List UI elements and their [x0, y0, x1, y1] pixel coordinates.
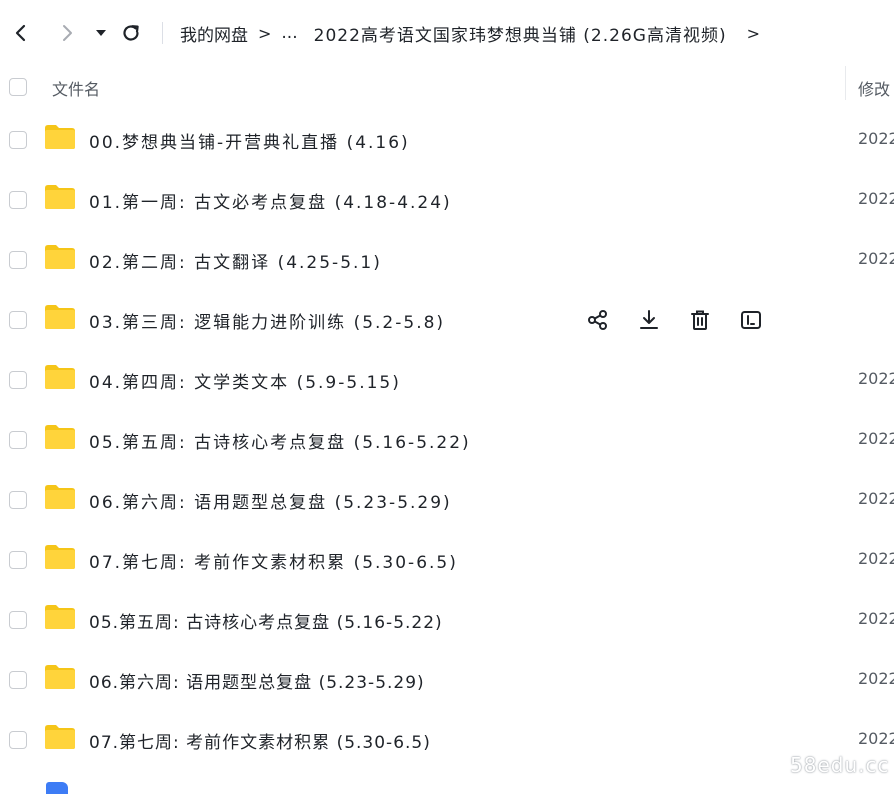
- folder-icon-wrap: [44, 364, 76, 390]
- toolbar: 我的网盘 > ... 2022高考语文国家玮梦想典当铺 (2.26G高清视频) …: [0, 0, 894, 66]
- download-icon: [640, 310, 658, 329]
- caret-down-icon: [96, 30, 106, 36]
- file-name[interactable]: 04.第四周: 文学类文本 (5.9-5.15): [89, 368, 401, 393]
- modified-date: 2022: [858, 669, 894, 688]
- row-checkbox[interactable]: [9, 191, 27, 209]
- folder-icon: [45, 485, 75, 509]
- breadcrumb-current: 2022高考语文国家玮梦想典当铺 (2.26G高清视频): [313, 25, 727, 46]
- modified-date: 2022: [858, 249, 894, 268]
- delete-button[interactable]: [686, 306, 714, 334]
- chevron-right-icon: [63, 25, 72, 41]
- row-checkbox[interactable]: [9, 131, 27, 149]
- row-checkbox[interactable]: [9, 251, 27, 269]
- column-header-modified[interactable]: 修改: [858, 76, 890, 100]
- folder-icon-wrap: [44, 304, 76, 330]
- select-all-checkbox[interactable]: [9, 78, 27, 96]
- folder-icon: [45, 305, 75, 329]
- file-row[interactable]: 07.第七周: 考前作文素材积累 (5.30-6.5) 2022: [0, 710, 894, 770]
- row-checkbox[interactable]: [9, 551, 27, 569]
- modified-date: 2022: [858, 429, 894, 448]
- file-row[interactable]: 04.第四周: 文学类文本 (5.9-5.15) 2022: [0, 350, 894, 410]
- folder-icon: [45, 725, 75, 749]
- delete-icon: [691, 310, 709, 330]
- toolbar-divider: [162, 22, 163, 44]
- row-checkbox[interactable]: [9, 371, 27, 389]
- history-dropdown-button[interactable]: [88, 20, 114, 46]
- folder-icon-wrap: [44, 544, 76, 570]
- column-divider[interactable]: [845, 66, 846, 100]
- row-checkbox[interactable]: [9, 611, 27, 629]
- list-header: 文件名 修改: [0, 66, 894, 108]
- folder-icon: [45, 125, 75, 149]
- file-row[interactable]: 05.第五周: 古诗核心考点复盘 (5.16-5.22) 2022: [0, 410, 894, 470]
- row-checkbox[interactable]: [9, 671, 27, 689]
- file-row[interactable]: 02.第二周: 古文翻译 (4.25-5.1) 2022: [0, 230, 894, 290]
- file-name[interactable]: 02.第二周: 古文翻译 (4.25-5.1): [89, 248, 382, 273]
- file-name[interactable]: 01.第一周: 古文必考点复盘 (4.18-4.24): [89, 188, 452, 213]
- folder-icon: [45, 245, 75, 269]
- file-row[interactable]: 07.第七周: 考前作文素材积累 (5.30-6.5) 2022: [0, 530, 894, 590]
- forward-button[interactable]: [54, 20, 80, 46]
- modified-date: 2022: [858, 549, 894, 568]
- file-name[interactable]: 05.第五周: 古诗核心考点复盘 (5.16-5.22): [89, 608, 443, 633]
- folder-icon-wrap: [44, 664, 76, 690]
- row-checkbox[interactable]: [9, 731, 27, 749]
- folder-icon-wrap: [44, 424, 76, 450]
- file-row[interactable]: 06.第六周: 语用题型总复盘 (5.23-5.29) 2022: [0, 470, 894, 530]
- file-name[interactable]: 00.梦想典当铺-开营典礼直播 (4.16): [89, 128, 410, 153]
- folder-icon-wrap: [44, 244, 76, 270]
- folder-icon-wrap: [44, 724, 76, 750]
- modified-date: 2022: [858, 129, 894, 148]
- download-button[interactable]: [635, 306, 663, 334]
- chevron-left-icon: [15, 24, 26, 42]
- rename-icon: [741, 311, 761, 329]
- breadcrumb: 我的网盘 > ... 2022高考语文国家玮梦想典当铺 (2.26G高清视频) …: [178, 20, 768, 46]
- row-checkbox[interactable]: [9, 491, 27, 509]
- modified-date: 2022: [858, 609, 894, 628]
- row-checkbox[interactable]: [9, 431, 27, 449]
- file-name[interactable]: 07.第七周: 考前作文素材积累 (5.30-6.5): [89, 548, 458, 573]
- folder-icon: [45, 185, 75, 209]
- folder-icon: [45, 545, 75, 569]
- watermark: 58edu.cc: [790, 753, 890, 777]
- folder-icon: [45, 425, 75, 449]
- folder-icon: [45, 605, 75, 629]
- share-icon: [588, 310, 607, 330]
- folder-icon: [45, 665, 75, 689]
- breadcrumb-ellipsis[interactable]: ...: [279, 23, 299, 43]
- column-header-name[interactable]: 文件名: [52, 76, 100, 100]
- file-row[interactable]: 03.第三周: 逻辑能力进阶训练 (5.2-5.8): [0, 290, 894, 350]
- refresh-icon: [123, 25, 139, 41]
- rename-button[interactable]: [737, 306, 765, 334]
- folder-icon-wrap: [44, 124, 76, 150]
- row-actions: [584, 306, 788, 334]
- breadcrumb-more[interactable]: >: [729, 24, 768, 43]
- folder-icon-wrap: [44, 484, 76, 510]
- breadcrumb-root[interactable]: 我的网盘: [178, 21, 250, 46]
- modified-date: 2022: [858, 189, 894, 208]
- file-row[interactable]: 01.第一周: 古文必考点复盘 (4.18-4.24) 2022: [0, 170, 894, 230]
- modified-date: 2022: [858, 369, 894, 388]
- file-icon: [46, 782, 68, 794]
- folder-icon-wrap: [44, 184, 76, 210]
- file-row[interactable]: 00.梦想典当铺-开营典礼直播 (4.16) 2022: [0, 110, 894, 170]
- file-row[interactable]: 05.第五周: 古诗核心考点复盘 (5.16-5.22) 2022: [0, 590, 894, 650]
- share-button[interactable]: [584, 306, 612, 334]
- breadcrumb-separator: >: [258, 23, 272, 43]
- file-name[interactable]: 06.第六周: 语用题型总复盘 (5.23-5.29): [89, 668, 425, 693]
- file-row[interactable]: 06.第六周: 语用题型总复盘 (5.23-5.29) 2022: [0, 650, 894, 710]
- file-name[interactable]: 06.第六周: 语用题型总复盘 (5.23-5.29): [89, 488, 452, 513]
- row-checkbox[interactable]: [9, 311, 27, 329]
- refresh-button[interactable]: [118, 20, 144, 46]
- file-name[interactable]: 07.第七周: 考前作文素材积累 (5.30-6.5): [89, 728, 431, 753]
- modified-date: 2022: [858, 729, 894, 748]
- file-name[interactable]: 03.第三周: 逻辑能力进阶训练 (5.2-5.8): [89, 308, 445, 333]
- back-button[interactable]: [8, 20, 34, 46]
- folder-icon-wrap: [44, 604, 76, 630]
- folder-icon: [45, 365, 75, 389]
- file-name[interactable]: 05.第五周: 古诗核心考点复盘 (5.16-5.22): [89, 428, 471, 453]
- modified-date: 2022: [858, 489, 894, 508]
